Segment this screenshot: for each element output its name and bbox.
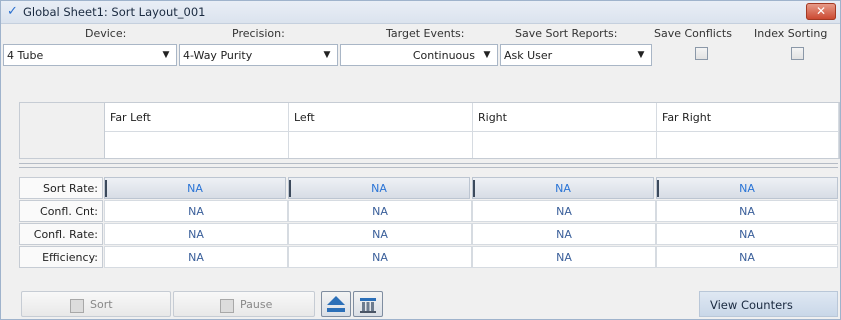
chevron-down-icon: ▼: [483, 50, 491, 60]
checkmark-icon: ✓: [7, 4, 18, 19]
view-counters-label: View Counters: [710, 298, 793, 312]
sort-rate-far-left: NA: [104, 177, 286, 199]
close-button[interactable]: ✕: [806, 3, 836, 20]
conflict-rate-left: NA: [288, 223, 472, 245]
conflict-count-left: NA: [288, 200, 472, 222]
eject-icon: [327, 296, 345, 312]
precision-label: Precision:: [232, 27, 285, 40]
conflict-rate-row: Confl. Rate: NA NA NA NA: [19, 223, 840, 246]
bottom-toolbar: Sort Pause View Counters: [19, 289, 838, 319]
sort-layout-window: ✓ Global Sheet1: Sort Layout_001 ✕ Devic…: [0, 0, 841, 320]
save-sort-reports-label: Save Sort Reports:: [515, 27, 618, 40]
save-sort-reports-value: Ask User: [504, 49, 553, 62]
sort-tray-icon: [360, 298, 376, 313]
conflict-count-label: Confl. Cnt:: [19, 200, 103, 222]
chevron-down-icon: ▼: [637, 50, 645, 60]
chevron-down-icon: ▼: [162, 50, 170, 60]
device-label: Device:: [85, 27, 127, 40]
eject-button[interactable]: [321, 291, 351, 317]
sort-rate-right: NA: [472, 177, 654, 199]
save-conflicts-checkbox[interactable]: [695, 47, 708, 60]
conflict-count-right: NA: [472, 200, 656, 222]
view-counters-button[interactable]: View Counters: [699, 291, 838, 317]
conflict-rate-right: NA: [472, 223, 656, 245]
target-events-label: Target Events:: [386, 27, 465, 40]
sort-tray-button[interactable]: [353, 291, 383, 317]
device-value: 4 Tube: [7, 49, 44, 62]
sort-icon: [70, 299, 84, 313]
efficiency-label: Efficiency:: [19, 246, 103, 268]
precision-value: 4-Way Purity: [183, 49, 253, 62]
conflict-rate-label: Confl. Rate:: [19, 223, 103, 245]
sort-rate-label: Sort Rate:: [19, 177, 103, 199]
sort-button-label: Sort: [90, 298, 113, 311]
tube-cell-right[interactable]: [473, 132, 657, 158]
sort-rate-row: Sort Rate: NA NA NA NA: [19, 177, 840, 200]
tube-cell-far-right[interactable]: [657, 132, 839, 158]
save-sort-reports-select[interactable]: Ask User ▼: [500, 44, 652, 66]
section-divider: [19, 163, 838, 168]
tube-cell-far-left[interactable]: [105, 132, 289, 158]
pause-icon: [220, 299, 234, 313]
chevron-down-icon: ▼: [323, 50, 331, 60]
sort-button[interactable]: Sort: [21, 291, 171, 317]
target-events-value: Continuous: [412, 49, 475, 62]
pause-button-label: Pause: [240, 298, 273, 311]
efficiency-far-left: NA: [104, 246, 288, 268]
window-title: Global Sheet1: Sort Layout_001: [23, 5, 206, 19]
efficiency-left: NA: [288, 246, 472, 268]
col-header-far-left: Far Left: [105, 103, 289, 132]
conflict-count-row: Confl. Cnt: NA NA NA NA: [19, 200, 840, 223]
tube-cell-left[interactable]: [289, 132, 473, 158]
title-bar: ✓ Global Sheet1: Sort Layout_001 ✕: [1, 1, 840, 24]
save-conflicts-label: Save Conflicts: [654, 27, 732, 40]
conflict-rate-far-right: NA: [656, 223, 838, 245]
index-sorting-label: Index Sorting: [754, 27, 828, 40]
device-select[interactable]: 4 Tube ▼: [3, 44, 177, 66]
efficiency-right: NA: [472, 246, 656, 268]
conflict-count-far-right: NA: [656, 200, 838, 222]
col-header-right: Right: [473, 103, 657, 132]
target-events-select[interactable]: Continuous ▼: [340, 44, 498, 66]
col-header-far-right: Far Right: [657, 103, 839, 132]
conflict-rate-far-left: NA: [104, 223, 288, 245]
sort-rate-far-right: NA: [656, 177, 838, 199]
efficiency-far-right: NA: [656, 246, 838, 268]
conflict-count-far-left: NA: [104, 200, 288, 222]
col-header-left: Left: [289, 103, 473, 132]
grid-corner: [20, 103, 105, 158]
pause-button[interactable]: Pause: [173, 291, 315, 317]
tube-grid: Far Left Left Right Far Right: [19, 102, 840, 159]
efficiency-row: Efficiency: NA NA NA NA: [19, 246, 840, 269]
sort-rate-left: NA: [288, 177, 470, 199]
index-sorting-checkbox[interactable]: [791, 47, 804, 60]
precision-select[interactable]: 4-Way Purity ▼: [179, 44, 338, 66]
